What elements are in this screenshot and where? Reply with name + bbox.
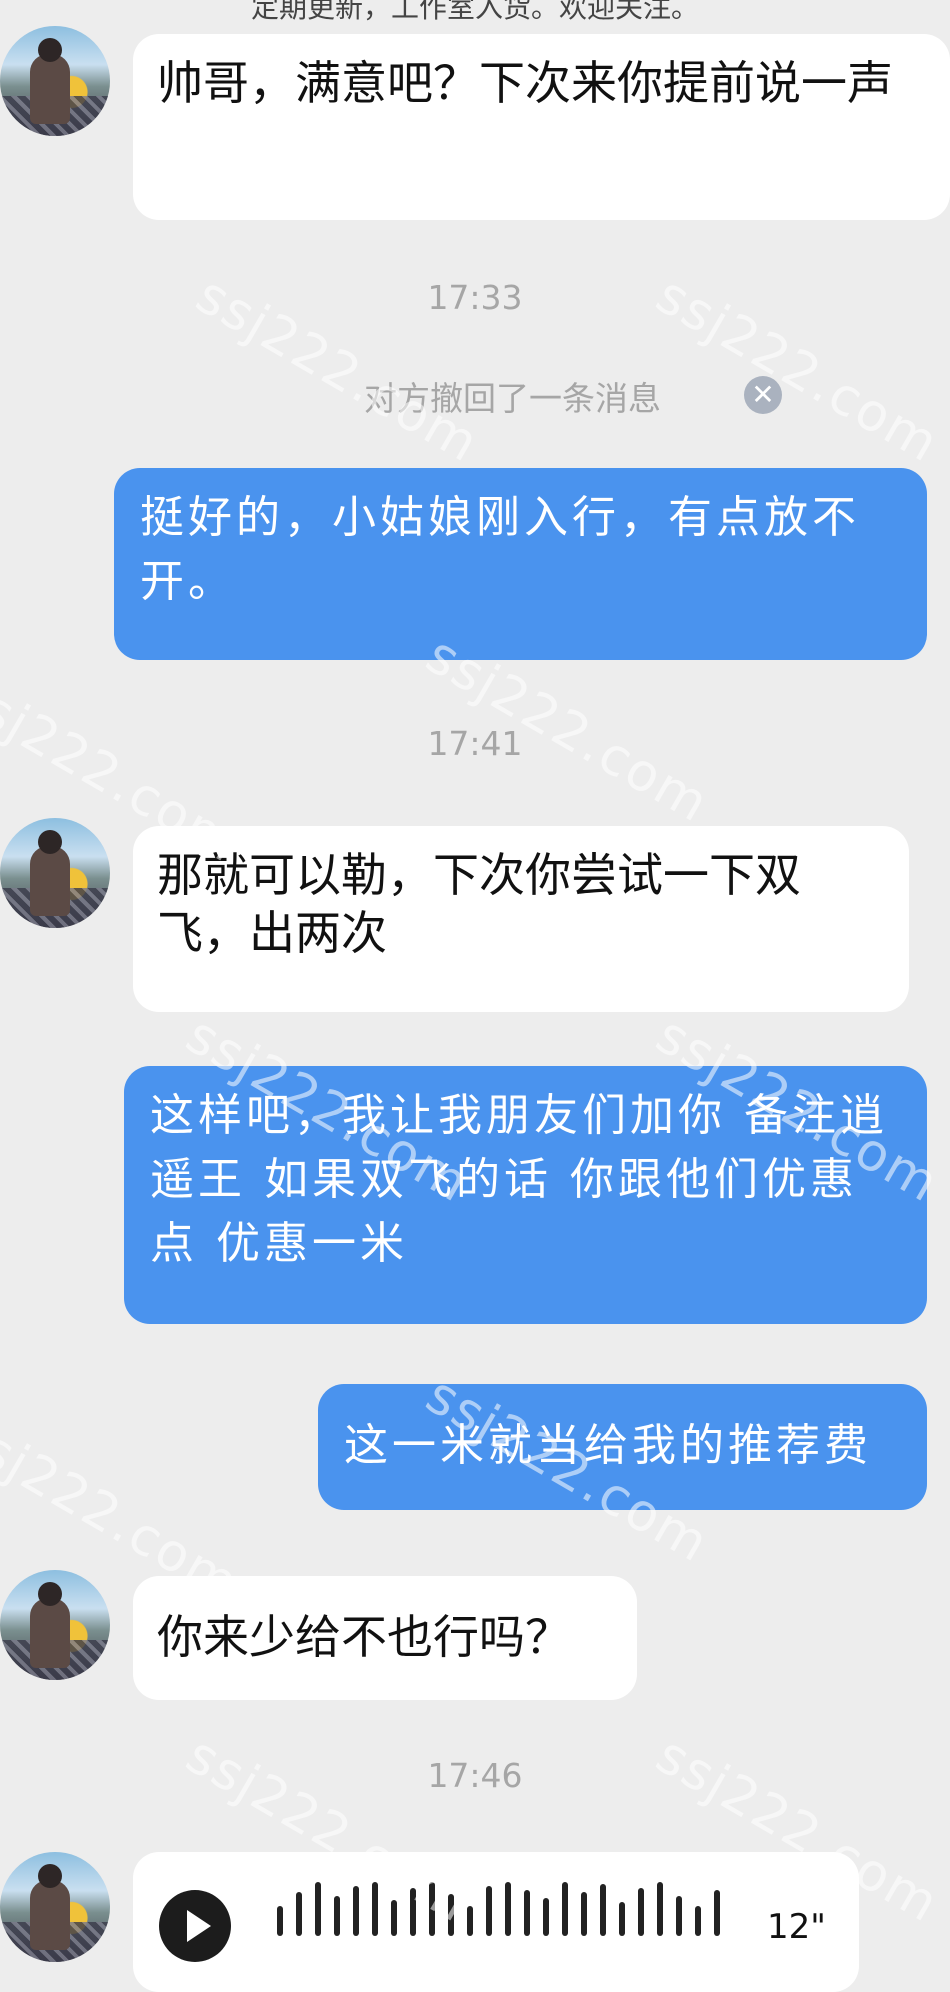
voice-duration: 12": [767, 1907, 826, 1947]
waveform-bar: [638, 1888, 644, 1936]
timestamp: 17:46: [427, 1756, 523, 1795]
incoming-message-bubble[interactable]: 帅哥，满意吧？下次来你提前说一声: [133, 34, 950, 220]
incoming-message-bubble[interactable]: 那就可以勒，下次你尝试一下双飞，出两次: [133, 826, 909, 1012]
message-text: 帅哥，满意吧？下次来你提前说一声: [157, 56, 893, 110]
timestamp: 17:41: [427, 724, 523, 763]
outgoing-message-bubble[interactable]: 挺好的，小姑娘刚入行，有点放不开。: [114, 468, 927, 660]
waveform-bar: [581, 1892, 587, 1936]
waveform-bar: [676, 1896, 682, 1936]
waveform-bar: [334, 1896, 340, 1936]
waveform-bar: [657, 1882, 663, 1936]
waveform-bar: [619, 1902, 625, 1936]
voice-waveform: [277, 1882, 737, 1936]
waveform-bar: [486, 1886, 492, 1936]
play-icon[interactable]: [159, 1890, 231, 1962]
waveform-bar: [296, 1892, 302, 1936]
message-text: 挺好的，小姑娘刚入行，有点放不开。: [140, 492, 860, 607]
top-notice: 定期更新，工作室入货。欢迎关注。: [250, 0, 699, 24]
contact-avatar[interactable]: [0, 1852, 110, 1962]
waveform-bar: [714, 1890, 720, 1936]
waveform-bar: [277, 1906, 283, 1936]
waveform-bar: [524, 1890, 530, 1936]
waveform-bar: [543, 1898, 549, 1936]
timestamp: 17:33: [427, 278, 523, 317]
contact-avatar[interactable]: [0, 818, 110, 928]
message-text: 你来少给不也行吗？: [157, 1610, 571, 1664]
voice-message-bubble[interactable]: 12": [133, 1852, 859, 1992]
waveform-bar: [353, 1886, 359, 1936]
contact-avatar[interactable]: [0, 26, 110, 136]
waveform-bar: [562, 1882, 568, 1936]
waveform-bar: [505, 1882, 511, 1936]
waveform-bar: [391, 1900, 397, 1936]
contact-avatar[interactable]: [0, 1570, 110, 1680]
waveform-bar: [695, 1906, 701, 1936]
waveform-bar: [467, 1906, 473, 1936]
message-text: 那就可以勒，下次你尝试一下双飞，出两次: [157, 848, 801, 960]
waveform-bar: [600, 1884, 606, 1936]
waveform-bar: [315, 1882, 321, 1936]
